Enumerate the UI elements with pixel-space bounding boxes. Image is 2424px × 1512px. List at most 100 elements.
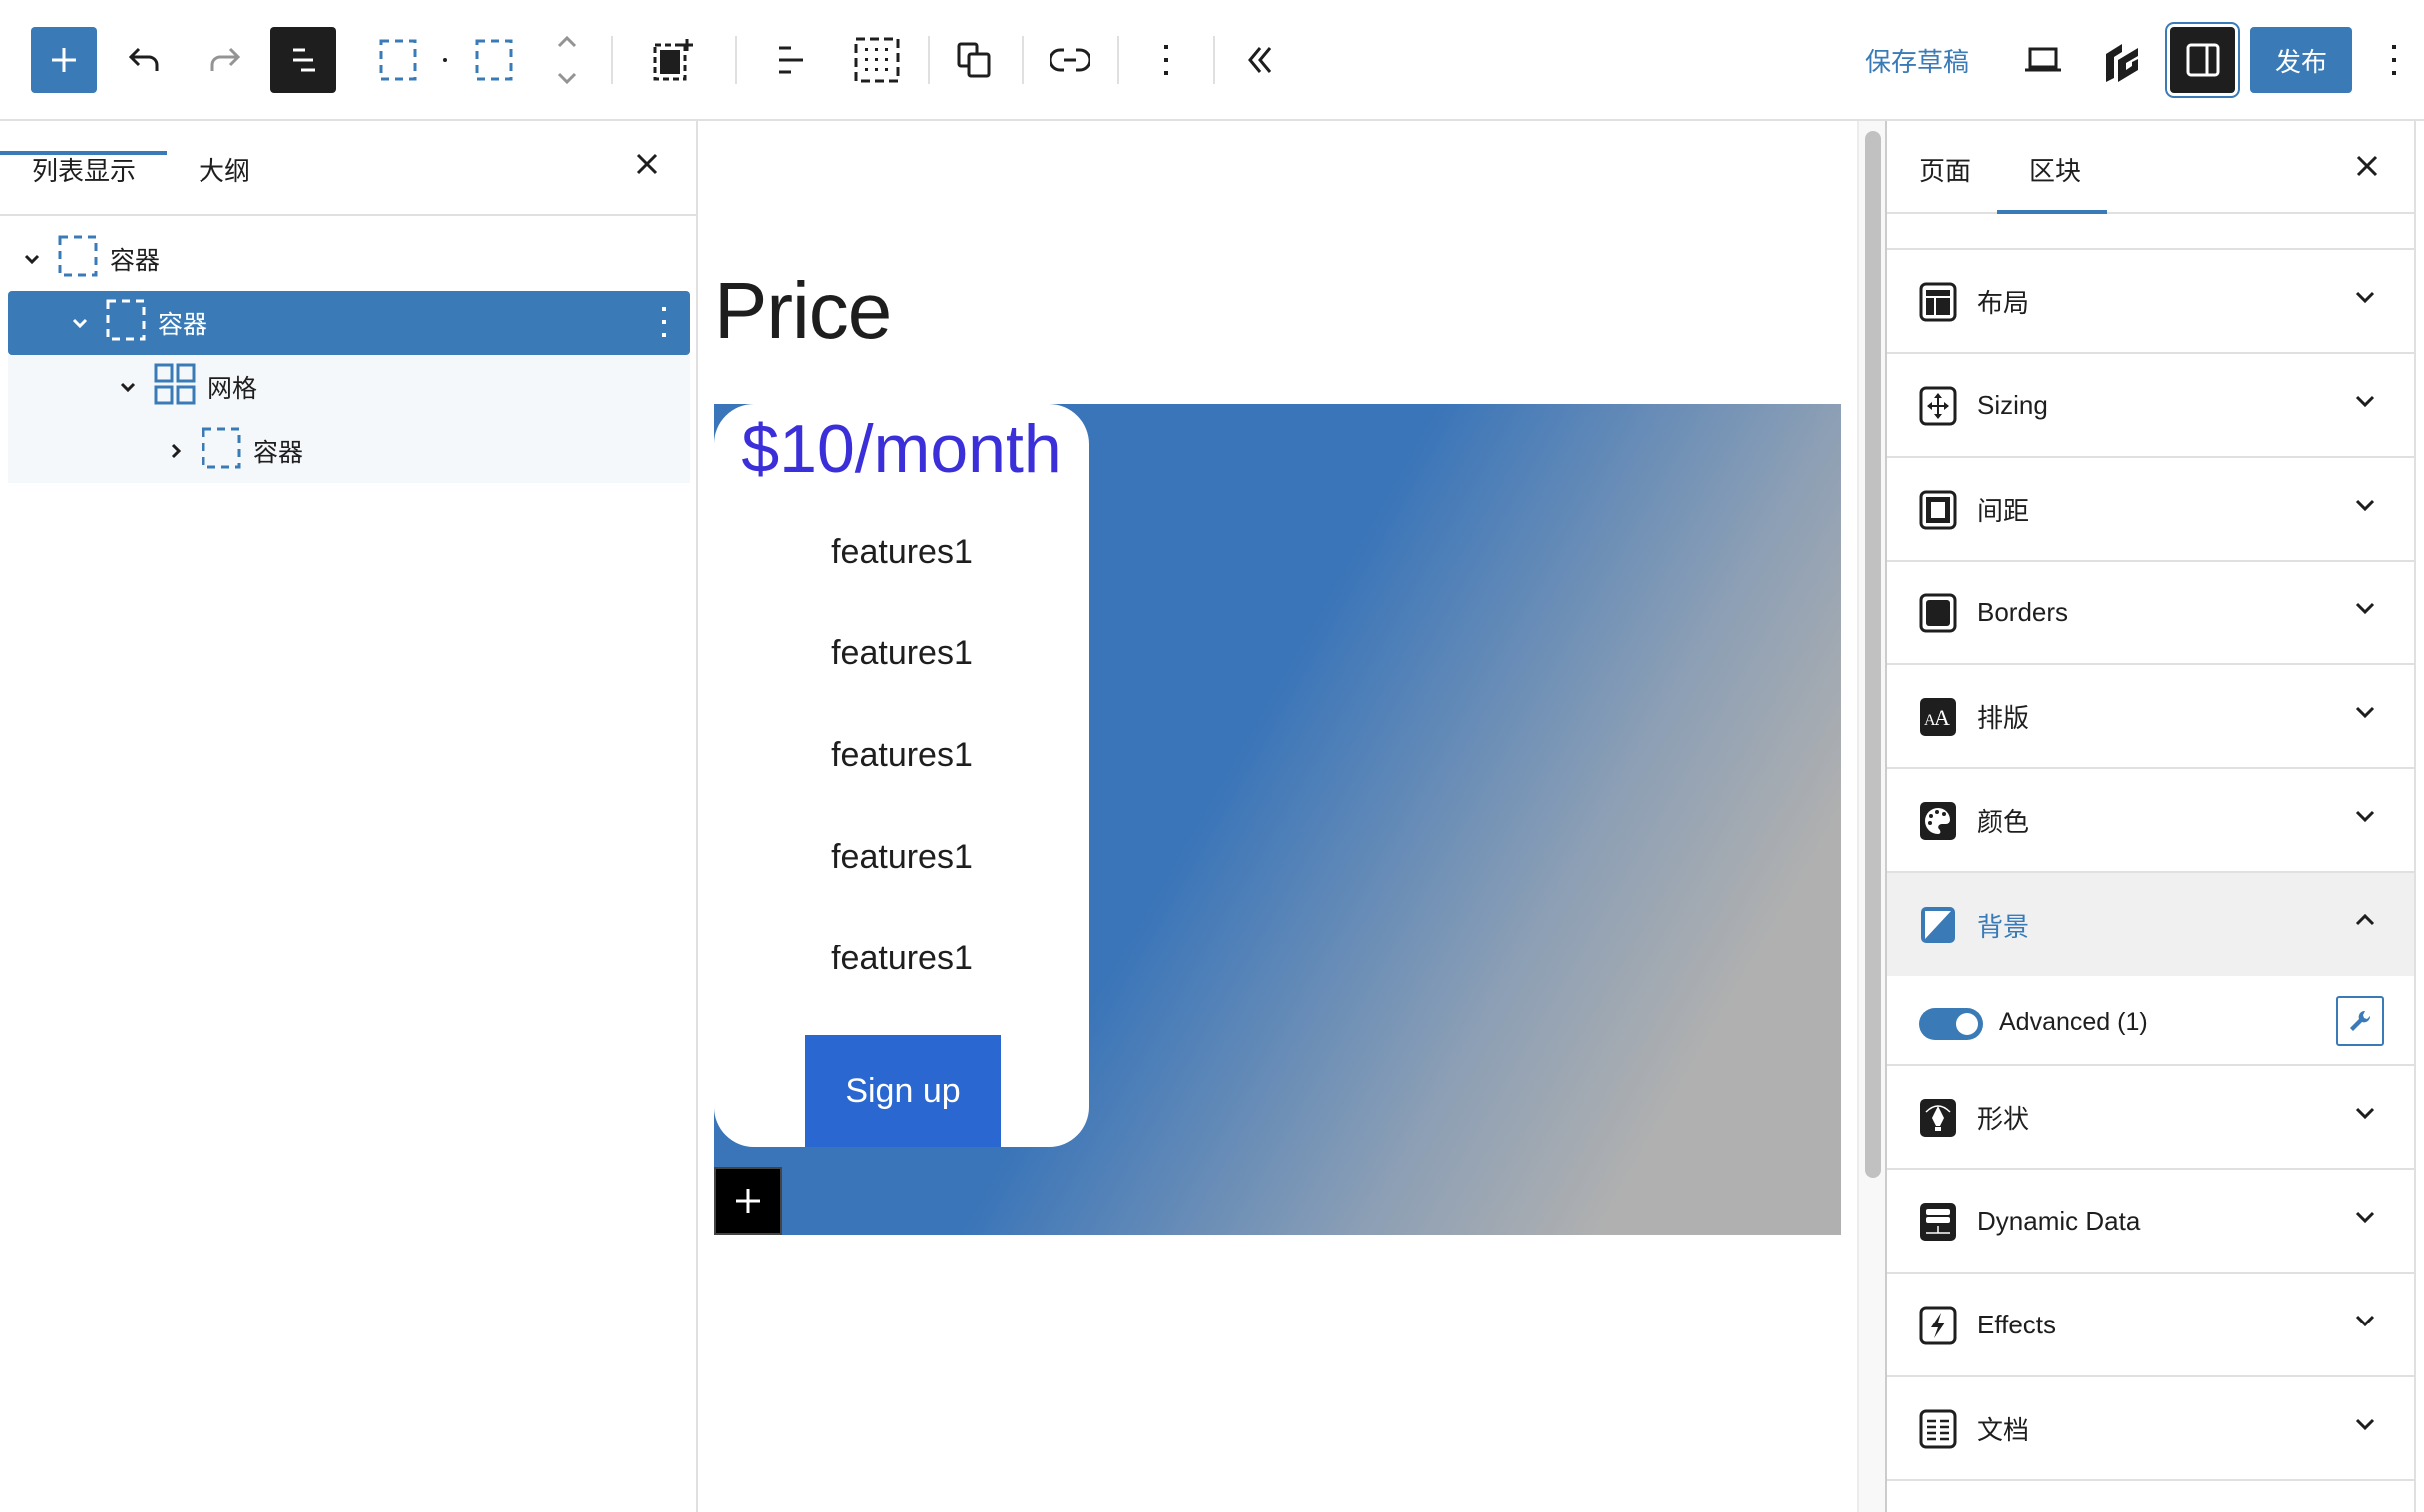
tree-item-container[interactable]: 容器 [8,419,690,483]
pricing-card[interactable]: $10/month features1 features1 features1 … [714,404,1089,1147]
toolbar-divider [1213,36,1215,84]
options-menu-button[interactable] [2374,27,2414,93]
tree-item-label: 容器 [253,439,304,467]
justify-left-icon [779,46,803,74]
undo-button[interactable] [112,27,178,93]
grid-dots-icon [854,37,900,83]
chevron-down-icon [2355,1211,2375,1224]
close-icon [2356,155,2378,177]
more-options-button[interactable] [1133,27,1199,93]
panel-dynamic-data[interactable]: Dynamic Data [1887,1170,2414,1274]
block-type-button[interactable] [365,27,431,93]
palette-icon [1920,802,1956,840]
chevron-right-icon[interactable] [164,439,188,463]
active-tab-indicator [0,151,167,155]
list-view-panel: 列表显示 大纲 容器 容器 网格 容器 [0,121,698,1512]
chevron-down-icon[interactable] [20,247,44,271]
tree-item-container-selected[interactable]: 容器 [8,291,690,355]
tab-page[interactable]: 页面 [1919,151,1971,188]
undo-icon [128,47,159,71]
justify-button[interactable] [760,27,826,93]
link-button[interactable] [1037,27,1103,93]
block-options-button[interactable] [660,305,668,346]
plus-icon [736,1189,760,1213]
generateblocks-button[interactable] [2089,27,2155,93]
advanced-toggle[interactable] [1919,1008,1983,1040]
scrollbar-thumb[interactable] [1865,131,1881,1178]
canvas-scrollbar[interactable] [1857,121,1885,1512]
database-icon [1920,1203,1956,1241]
toggle-knob [1956,1013,1978,1035]
price-amount[interactable]: $10/month [714,404,1089,494]
svg-text:A: A [1934,705,1950,730]
panel-color[interactable]: 颜色 [1887,769,2414,873]
lightning-icon [1919,1306,1957,1345]
chevron-down-icon[interactable] [68,311,92,335]
borders-icon [1919,593,1957,633]
preview-button[interactable] [2010,27,2076,93]
panel-label: 背景 [1977,911,2030,942]
panel-typography[interactable]: AA 排版 [1887,665,2414,769]
panel-spacing[interactable]: 间距 [1887,458,2414,562]
gradient-container-block[interactable]: $10/month features1 features1 features1 … [714,404,1841,1235]
panel-layout[interactable]: 布局 [1887,250,2414,354]
close-icon [636,153,658,175]
redo-button[interactable] [192,27,257,93]
tab-list-view[interactable]: 列表显示 [32,151,136,188]
active-tab-indicator [1997,210,2107,214]
add-block-button[interactable] [714,1167,782,1235]
panel-label: 布局 [1977,287,2030,318]
copy-icon [957,42,991,78]
chevron-down-icon [2355,1418,2375,1431]
wrench-icon [2350,1010,2371,1031]
panel-documentation[interactable]: 文档 [1887,1377,2414,1481]
save-draft-button[interactable]: 保存草稿 [1857,27,1977,93]
grid-layout-button[interactable] [844,27,910,93]
link-icon [1050,48,1090,72]
chevrons-left-icon [1248,47,1272,73]
advanced-settings-button[interactable] [2336,996,2384,1046]
panel-label: 间距 [1977,495,2030,526]
chevron-down-icon [2355,602,2375,615]
tab-outline[interactable]: 大纲 [199,151,250,188]
feature-item[interactable]: features1 [714,533,1089,571]
tab-block[interactable]: 区块 [2029,151,2081,188]
close-list-view-button[interactable] [634,151,660,182]
panel-label: Borders [1977,596,2069,627]
list-view-icon [293,48,315,72]
page-heading[interactable]: Price [714,265,892,357]
list-view-button[interactable] [270,27,336,93]
feature-item[interactable]: features1 [714,838,1089,877]
panel-shape[interactable]: 形状 [1887,1066,2414,1170]
close-settings-button[interactable] [2354,153,2380,184]
select-parent-button[interactable] [640,27,706,93]
feature-item[interactable]: features1 [714,634,1089,673]
spacing-icon [1919,490,1957,530]
move-button[interactable] [539,27,595,93]
tree-item-grid[interactable]: 网格 [8,355,690,419]
chevron-down-icon[interactable] [116,375,140,399]
parent-block-button[interactable] [461,27,527,93]
sign-up-button[interactable]: Sign up [805,1035,1001,1147]
duplicate-button[interactable] [942,27,1008,93]
settings-sidebar-toggle[interactable] [2170,27,2235,93]
feature-item[interactable]: features1 [714,736,1089,775]
collapse-toolbar-button[interactable] [1227,27,1293,93]
publish-button[interactable]: 发布 [2250,27,2352,93]
feature-item[interactable]: features1 [714,940,1089,978]
settings-sidebar: 页面 区块 布局 Sizing 间距 Borders AA 排版 颜色 背景 A… [1885,121,2416,1512]
sidebar-icon [2186,43,2220,77]
panel-borders[interactable]: Borders [1887,562,2414,665]
tree-item-container[interactable]: 容器 [8,227,690,291]
panel-label: 颜色 [1977,806,2030,837]
shape-pen-icon [1920,1099,1956,1137]
panel-background[interactable]: 背景 [1887,873,2414,976]
redo-icon [210,47,241,71]
container-icon [475,39,513,81]
block-inserter-button[interactable] [31,27,97,93]
background-advanced-row: Advanced (1) [1887,976,2414,1066]
panel-effects[interactable]: Effects [1887,1274,2414,1377]
panel-sizing[interactable]: Sizing [1887,354,2414,458]
container-icon [106,299,146,348]
chevron-up-down-icon [557,35,577,85]
